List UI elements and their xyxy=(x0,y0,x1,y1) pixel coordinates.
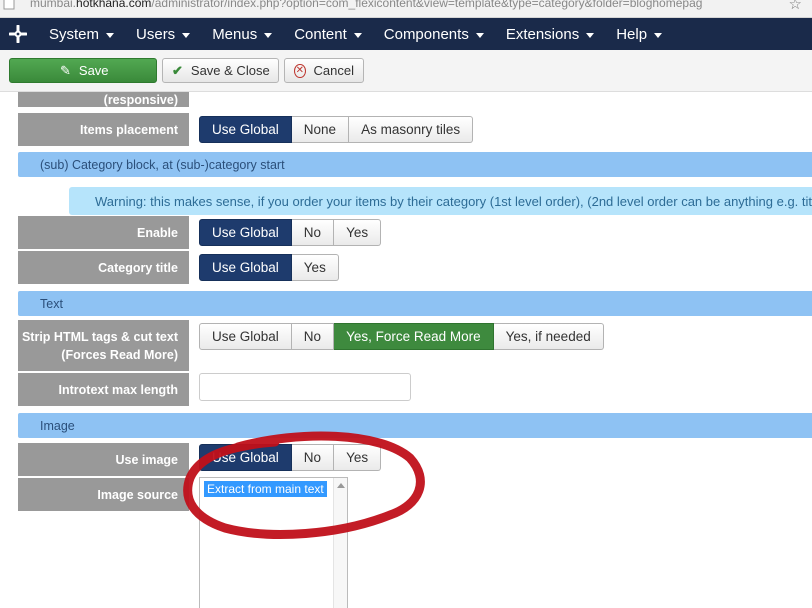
menu-content[interactable]: Content xyxy=(281,18,371,50)
option-yes[interactable]: Yes xyxy=(291,254,339,281)
menu-users[interactable]: Users xyxy=(123,18,199,50)
main-menu: System Users Menus Content Components Extensi… xyxy=(36,18,671,50)
category-title-group: Use Global Yes xyxy=(199,254,339,281)
cancel-button[interactable]: ✕ Cancel xyxy=(284,58,364,83)
check-icon: ✔ xyxy=(172,62,183,78)
use-image-group: Use Global No Yes xyxy=(199,444,382,471)
responsive-label-partial: (responsive) xyxy=(18,92,189,107)
menu-label: Menus xyxy=(212,25,258,43)
joomla-logo-icon[interactable] xyxy=(0,18,36,50)
menu-components[interactable]: Components xyxy=(371,18,493,50)
menu-help[interactable]: Help xyxy=(603,18,671,50)
cancel-circle-icon: ✕ xyxy=(294,63,306,78)
scroll-up-arrow-icon[interactable] xyxy=(337,483,345,488)
caret-down-icon xyxy=(182,32,191,38)
section-text: Text xyxy=(18,291,812,316)
option-yes[interactable]: Yes xyxy=(334,444,382,471)
image-source-option[interactable]: Extract from main text xyxy=(204,481,327,497)
caret-down-icon xyxy=(264,32,273,38)
page-icon xyxy=(3,0,15,10)
save-button[interactable]: ✎ Save xyxy=(9,58,157,83)
menu-label: Components xyxy=(383,25,469,43)
menu-label: Users xyxy=(136,25,176,43)
menu-label: System xyxy=(49,25,100,43)
items-placement-group: Use Global None As masonry tiles xyxy=(199,116,474,143)
option-use-global[interactable]: Use Global xyxy=(199,323,292,350)
caret-down-icon xyxy=(654,32,663,38)
items-placement-label: Items placement xyxy=(18,113,189,146)
save-close-button[interactable]: ✔ Save & Close xyxy=(162,58,279,83)
strip-html-group: Use Global No Yes, Force Read More Yes, if … xyxy=(199,323,604,350)
category-title-label: Category title xyxy=(18,251,189,284)
menu-extensions[interactable]: Extensions xyxy=(493,18,603,50)
option-no[interactable]: No xyxy=(291,323,335,350)
save-close-button-label: Save & Close xyxy=(190,63,270,78)
option-as-masonry-tiles[interactable]: As masonry tiles xyxy=(349,116,474,143)
menu-menus[interactable]: Menus xyxy=(199,18,281,50)
image-source-select[interactable]: Extract from main text xyxy=(199,477,348,608)
caret-down-icon xyxy=(586,32,595,38)
save-button-label: Save xyxy=(78,63,109,78)
option-yes[interactable]: Yes xyxy=(334,219,382,246)
strip-html-label: Strip HTML tags & cut text (Forces Read … xyxy=(18,320,189,371)
menu-label: Content xyxy=(294,25,347,43)
section-image: Image xyxy=(18,413,812,438)
menu-label: Help xyxy=(616,25,648,43)
section-subcategory-block: (sub) Category block, at (sub-)category … xyxy=(18,152,812,177)
option-none[interactable]: None xyxy=(291,116,350,143)
menu-system[interactable]: System xyxy=(36,18,123,50)
option-no[interactable]: No xyxy=(291,444,335,471)
edit-icon: ✎ xyxy=(60,62,71,78)
cancel-button-label: Cancel xyxy=(313,63,354,78)
caret-down-icon xyxy=(475,32,484,38)
option-yes-if-needed[interactable]: Yes, if needed xyxy=(493,323,604,350)
menu-label: Extensions xyxy=(505,25,580,43)
option-use-global[interactable]: Use Global xyxy=(199,116,292,143)
browser-address-bar[interactable]: mumbai.hotkhana.com/administrator/index.… xyxy=(0,0,812,18)
warning-message: Warning: this makes sense, if you order … xyxy=(69,187,812,215)
image-source-label: Image source xyxy=(18,478,189,511)
option-use-global[interactable]: Use Global xyxy=(199,444,292,471)
option-no[interactable]: No xyxy=(291,219,335,246)
caret-down-icon xyxy=(353,32,362,38)
enable-group: Use Global No Yes xyxy=(199,219,382,246)
bookmark-star-icon[interactable]: ☆ xyxy=(789,0,802,13)
toolbar: ✎ Save ✔ Save & Close ✕ Cancel xyxy=(0,50,812,92)
listbox-scrollbar[interactable] xyxy=(333,478,347,608)
option-use-global[interactable]: Use Global xyxy=(199,254,292,281)
caret-down-icon xyxy=(106,32,115,38)
url-text[interactable]: mumbai.hotkhana.com/administrator/index.… xyxy=(30,0,702,10)
use-image-label: Use image xyxy=(18,443,189,476)
introtext-max-length-label: Introtext max length xyxy=(18,373,189,406)
option-use-global[interactable]: Use Global xyxy=(199,219,292,246)
enable-label: Enable xyxy=(18,216,189,249)
option-yes-force-read-more[interactable]: Yes, Force Read More xyxy=(334,323,494,350)
introtext-max-length-input[interactable] xyxy=(199,373,411,401)
admin-menubar: System Users Menus Content Components Extensi… xyxy=(0,18,812,50)
